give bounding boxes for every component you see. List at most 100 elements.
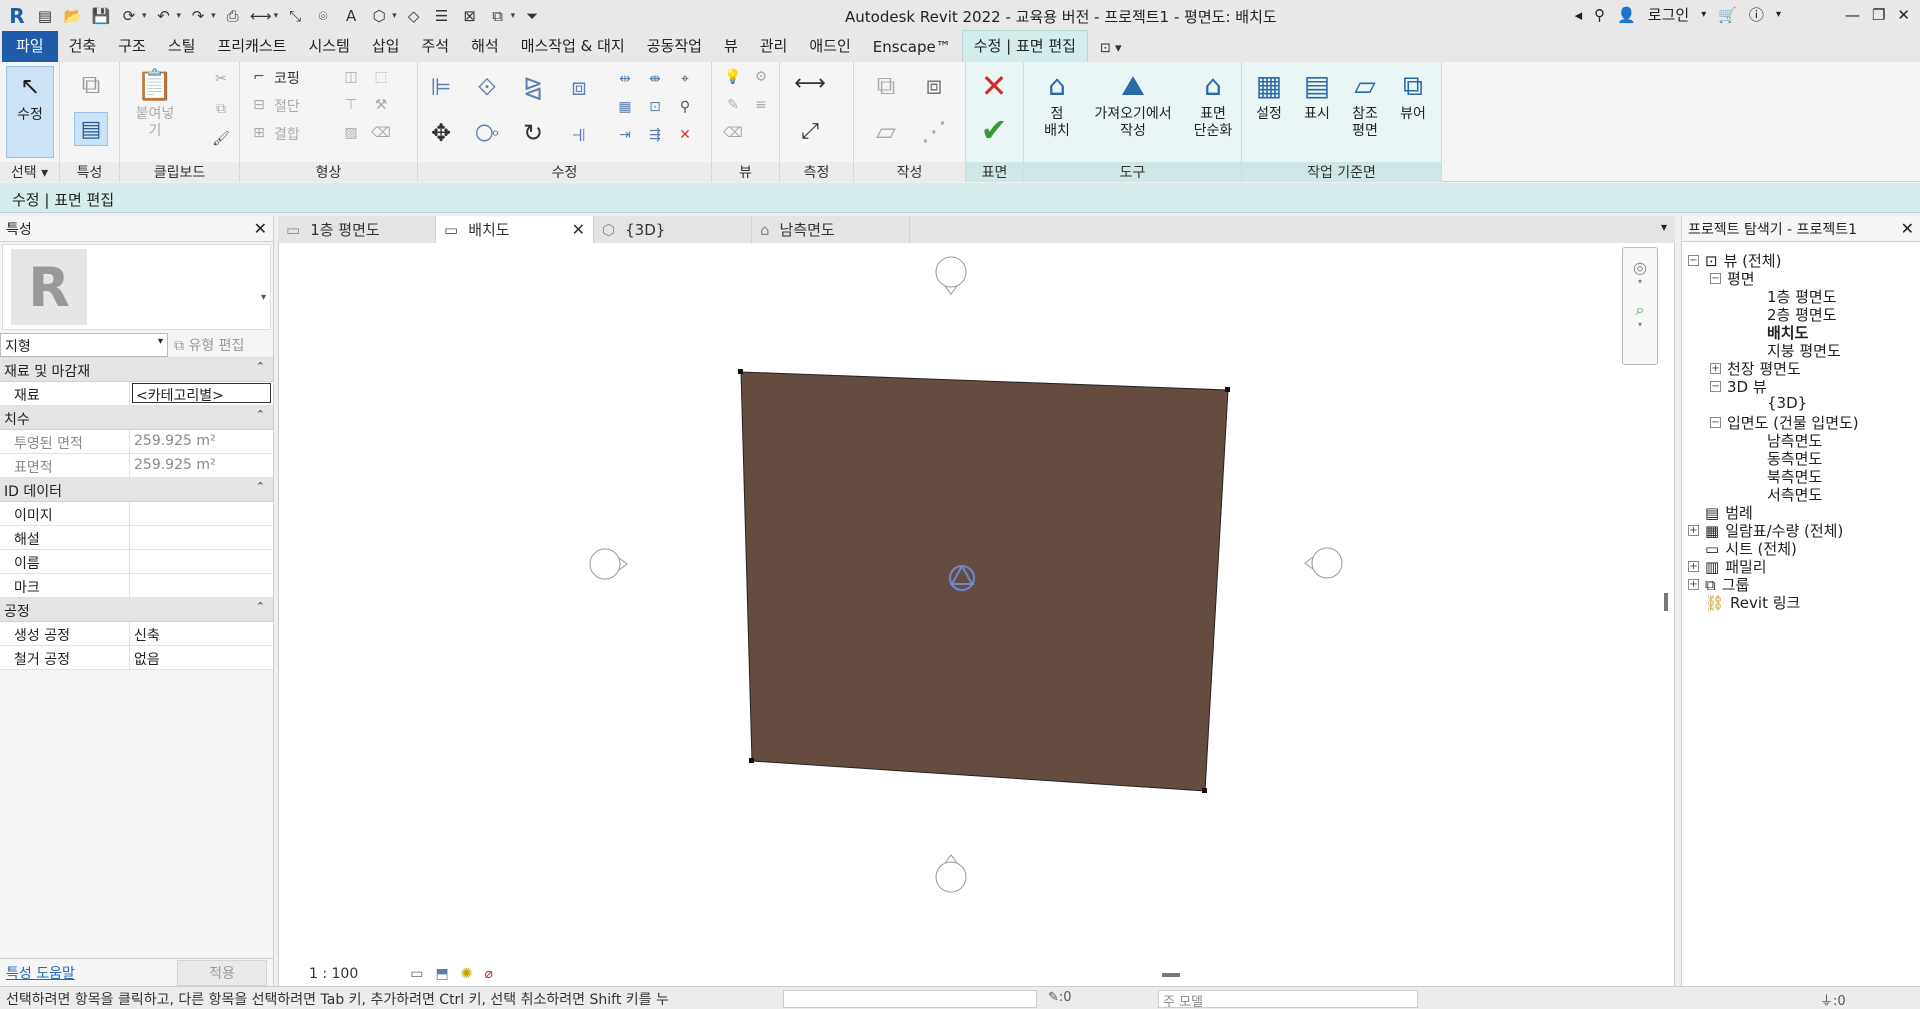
drawing-canvas[interactable]: ◎ ▾ ⌕ ▾ 1 : 100 ▭ ⬒ ✺ ⌀ [278,243,1675,987]
move-icon[interactable]: ✥ [422,114,460,152]
properties-icon[interactable]: ▤ [74,112,108,146]
material-field[interactable]: <카테고리별> [130,382,273,405]
tab-view-level1[interactable]: ▭ 1층 평면도 [278,216,436,243]
name-field[interactable] [130,550,273,573]
print-icon[interactable]: ⎙ [222,5,244,27]
type-preview[interactable]: R ▾ [2,244,271,330]
selection-filter-icon[interactable]: ⏚:0 [1820,990,1846,1009]
tree-3d-default[interactable]: {3D} [1767,394,1807,412]
trim-multiple-icon[interactable]: ⇶ [644,124,666,146]
tree-3d-views[interactable]: −3D 뷰 [1710,376,1767,397]
type-properties-icon[interactable]: ⧉ [74,68,108,102]
create-similar-icon[interactable]: ⋰ [914,112,954,152]
viewer-button[interactable]: ⧉ 뷰어 [1390,66,1436,123]
cut-icon[interactable]: ✂ [210,68,232,90]
user-icon[interactable]: 👤 [1617,6,1636,24]
scale-icon[interactable]: ⊡ [644,96,666,118]
mark-field[interactable] [130,574,273,597]
trim-extend-icon[interactable]: ⫣ [560,114,598,152]
help-dropdown-icon[interactable]: ▾ [1776,9,1781,20]
tab-architecture[interactable]: 건축 [58,31,108,62]
mirror-axis-icon[interactable]: ⧎ [514,68,552,106]
tree-elev-west[interactable]: 서측면도 [1767,484,1822,505]
help-icon[interactable]: ⓘ [1749,4,1764,25]
paint-icon[interactable]: ▨ [340,122,362,144]
dimension-icon[interactable]: ⤡ [284,5,306,27]
aligned-dimension-icon[interactable]: ⤢ [790,114,830,148]
split-gap-icon[interactable]: ⇼ [644,68,666,90]
cut-geometry-label[interactable]: 절단 [274,96,300,116]
zoom-dropdown-icon[interactable]: ▾ [1623,320,1657,329]
sync-icon[interactable]: ⟳ [118,5,140,27]
type-filter-select[interactable]: 지형 ▾ [0,332,168,357]
tab-view-3d[interactable]: ⬡ {3D} [594,216,752,243]
tab-massing-site[interactable]: 매스작업 & 대지 [510,31,636,62]
remove-paint-icon[interactable]: ⌫ [370,122,392,144]
phase-demolished-field[interactable]: 없음 [130,646,273,669]
tab-insert[interactable]: 삽입 [361,31,411,62]
image-field[interactable] [130,502,273,525]
tree-revit-links[interactable]: ⛓ Revit 링크 [1705,592,1800,613]
cut-geometry-icon[interactable]: ⊟ [248,94,270,116]
join-label[interactable]: 결합 [274,124,300,144]
simplify-surface-button[interactable]: ⌂ 표면 단순화 [1188,66,1238,140]
tab-analyze[interactable]: 해석 [460,31,510,62]
switch-windows-icon[interactable]: ⧉ [487,5,509,27]
site-view-svg[interactable] [279,243,1676,987]
offset-icon[interactable]: ⟐ [468,68,506,106]
login-dropdown-icon[interactable]: ▾ [1701,9,1706,20]
login-link[interactable]: 로그인 [1648,4,1689,25]
wall-joins-icon[interactable]: ⊤ [340,94,362,116]
revit-logo-icon[interactable]: R [6,4,28,28]
workset-combo[interactable] [783,990,1037,1008]
measure-between-icon[interactable]: ⟷ [790,66,830,100]
trim-single-icon[interactable]: ⇥ [614,124,636,146]
properties-help-link[interactable]: 특성 도움말 [6,963,75,983]
tab-modify-edit-surface[interactable]: 수정 | 표면 편집 [961,30,1088,62]
cancel-edit-icon[interactable]: ✕ [976,67,1012,105]
copy-icon[interactable]: ⧉ [210,98,232,120]
delete-icon[interactable]: ✕ [674,124,696,146]
unpin-icon[interactable]: ⌖ [674,68,696,90]
show-workplane-button[interactable]: ▤ 표시 [1294,66,1340,123]
create-group-icon[interactable]: ▱ [866,112,906,152]
elevation-marker-north[interactable] [935,256,967,295]
elevation-marker-east[interactable] [1304,547,1343,579]
edit-type-button[interactable]: ⧉ 유형 편집 [174,335,244,355]
tab-view-south[interactable]: ⌂ 남측면도 [752,216,910,243]
detail-level-icon[interactable]: ▭ [410,966,423,982]
comments-field[interactable] [130,526,273,549]
create-assembly-icon[interactable]: ⧉ [866,66,906,106]
tab-view[interactable]: 뷰 [713,31,749,62]
shadows-icon[interactable]: ⌀ [484,966,492,982]
override-icon[interactable]: ⚙ [750,66,772,88]
topo-surface[interactable] [740,371,1229,792]
group-phasing[interactable]: 공정 ⌃ [0,598,273,622]
tag-icon[interactable]: ⌾ [312,5,334,27]
elevation-marker-south[interactable] [935,854,967,893]
array-icon[interactable]: ▦ [614,96,636,118]
rotate-icon[interactable]: ↻ [514,114,552,152]
join-icon[interactable]: ⊞ [248,122,270,144]
set-workplane-button[interactable]: ▦ 설정 [1246,66,1292,123]
cope-icon[interactable]: ⌐ [248,66,270,88]
design-option-combo[interactable]: 주 모델 [1158,990,1418,1009]
undo-icon[interactable]: ↶ [153,5,175,27]
restore-icon[interactable]: ❐ [1872,6,1885,24]
copy-element-icon[interactable]: ⧂ [468,114,506,152]
demolish-icon[interactable]: ⚒ [370,94,392,116]
tab-view-site[interactable]: ▭ 배치도 ✕ [436,216,594,243]
save-icon[interactable]: 💾 [90,5,112,27]
redo-icon[interactable]: ↷ [187,5,209,27]
surface-vertex[interactable] [1225,387,1230,392]
eraser-icon[interactable]: ⌫ [722,122,744,144]
view-scale[interactable]: 1 : 100 [309,966,358,982]
type-preview-dropdown-icon[interactable]: ▾ [261,292,266,303]
editable-only-count[interactable]: ✎:0 [1048,990,1072,1005]
steering-wheel-icon[interactable]: ◎ [1623,258,1657,277]
section-icon[interactable]: ◇ [403,5,425,27]
ribbon-display-toggle-icon[interactable]: ⊡ ▾ [1100,41,1122,62]
linework-icon[interactable]: ✎ [722,94,744,116]
view-tabs-menu-icon[interactable]: ▾ [1653,216,1675,243]
home-icon[interactable]: ▤ [34,5,56,27]
